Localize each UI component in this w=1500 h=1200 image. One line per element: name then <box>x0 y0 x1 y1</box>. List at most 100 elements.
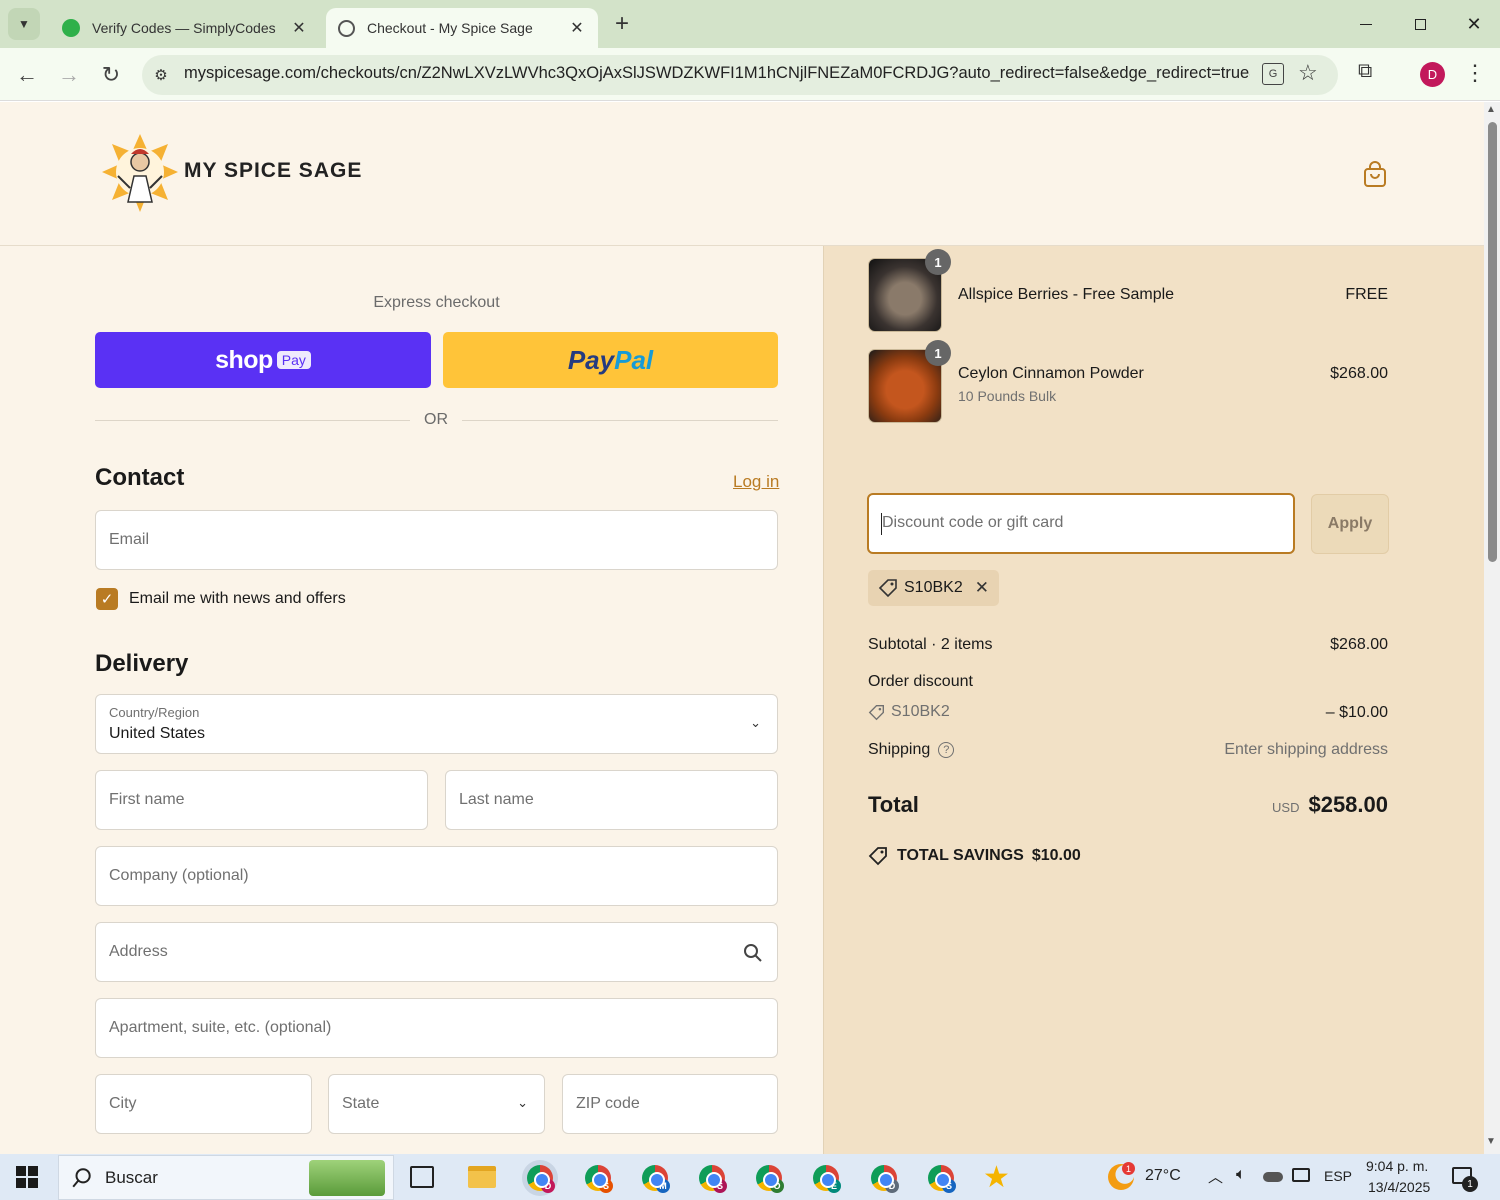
chevron-down-icon: ▼ <box>18 17 30 31</box>
chrome-taskbar-icon[interactable]: E <box>808 1160 844 1196</box>
first-name-placeholder: First name <box>109 791 185 808</box>
store-logo[interactable]: MY SPICE SAGE <box>100 132 361 214</box>
site-info-icon[interactable]: ⚙ <box>150 64 172 86</box>
task-view-icon[interactable] <box>410 1166 434 1188</box>
browser-menu-icon[interactable]: ⋮ <box>1464 60 1486 88</box>
clock-date[interactable]: 13/4/2025 <box>1368 1179 1430 1195</box>
close-window-button[interactable]: ✕ <box>1460 10 1488 38</box>
network-icon[interactable] <box>1292 1168 1310 1182</box>
chrome-taskbar-icon[interactable]: O <box>751 1160 787 1196</box>
newsletter-label[interactable]: Email me with news and offers <box>129 590 346 608</box>
notification-count: 1 <box>1462 1176 1478 1192</box>
new-tab-button[interactable]: + <box>608 10 636 38</box>
volume-icon[interactable]: 🔈︎ <box>1236 1166 1246 1184</box>
close-tab-icon[interactable]: ✕ <box>568 18 586 38</box>
shipping-value: Enter shipping address <box>1224 741 1388 758</box>
zip-field[interactable]: ZIP code <box>562 1074 778 1134</box>
delivery-heading: Delivery <box>95 650 189 677</box>
address-placeholder: Address <box>109 943 168 960</box>
company-field[interactable]: Company (optional) <box>95 846 778 906</box>
scrollbar-thumb[interactable] <box>1488 122 1497 562</box>
tab-list-button[interactable]: ▼ <box>8 8 40 40</box>
clock-time[interactable]: 9:04 p. m. <box>1366 1158 1428 1174</box>
login-link[interactable]: Log in <box>733 472 779 492</box>
help-icon[interactable]: ? <box>938 742 955 758</box>
taskbar-search-box[interactable]: Buscar <box>58 1155 394 1200</box>
chrome-taskbar-icon[interactable]: S <box>694 1160 730 1196</box>
file-explorer-icon[interactable] <box>468 1166 496 1188</box>
product-name: Ceylon Cinnamon Powder <box>958 365 1144 382</box>
apply-discount-button[interactable]: Apply <box>1311 494 1389 554</box>
discount-code-input[interactable]: Discount code or gift card <box>867 493 1295 554</box>
tab-simplycodes[interactable]: Verify Codes — SimplyCodes ✕ <box>50 8 320 48</box>
chrome-taskbar-icon[interactable]: M <box>637 1160 673 1196</box>
state-placeholder: State <box>342 1095 380 1112</box>
scroll-down-arrow[interactable]: ▼ <box>1486 1136 1496 1147</box>
onedrive-icon[interactable] <box>1263 1172 1283 1182</box>
product-price: $268.00 <box>1330 365 1388 382</box>
order-summary: 1 Allspice Berries - Free Sample FREE 1 … <box>823 246 1484 1154</box>
language-indicator[interactable]: ESP <box>1324 1168 1352 1184</box>
globe-icon <box>338 19 355 37</box>
first-name-field[interactable]: First name <box>95 770 428 830</box>
chrome-taskbar-icon[interactable]: S <box>580 1160 616 1196</box>
product-price: FREE <box>1345 286 1388 303</box>
chrome-taskbar-icon[interactable]: S <box>923 1160 959 1196</box>
tag-icon <box>868 704 884 720</box>
tab-checkout[interactable]: Checkout - My Spice Sage ✕ <box>326 8 598 48</box>
contact-heading: Contact <box>95 464 185 491</box>
last-name-placeholder: Last name <box>459 791 534 808</box>
translate-icon[interactable]: G <box>1262 63 1284 85</box>
country-select[interactable]: Country/Region United States ⌄ <box>95 694 778 754</box>
paypal-button[interactable]: Pay Pal <box>443 332 778 388</box>
email-field[interactable]: Email <box>95 510 778 570</box>
chevron-up-icon[interactable]: ︿ <box>1208 1166 1223 1187</box>
state-select[interactable]: State ⌄ <box>328 1074 545 1134</box>
restore-button[interactable] <box>1406 12 1434 36</box>
newsletter-checkbox[interactable]: ✓ <box>96 588 118 610</box>
windows-start-icon[interactable] <box>16 1166 38 1188</box>
or-divider-right <box>462 420 778 421</box>
chrome-taskbar-icon[interactable]: D <box>522 1160 558 1196</box>
shop-pay-button[interactable]: shop Pay <box>95 332 431 388</box>
city-field[interactable]: City <box>95 1074 312 1134</box>
chrome-taskbar-icon[interactable]: D <box>866 1160 902 1196</box>
remove-discount-icon[interactable]: ✕ <box>975 578 989 598</box>
subtotal-value: $268.00 <box>1330 636 1388 653</box>
express-checkout-label: Express checkout <box>373 294 500 311</box>
checkout-page: MY SPICE SAGE Express checkout shop Pay … <box>0 102 1484 1154</box>
tab-title: Verify Codes — SimplyCodes <box>92 20 276 36</box>
address-field[interactable]: Address <box>95 922 778 982</box>
back-button[interactable]: ← <box>12 60 42 90</box>
shop-pay-wordmark: shop <box>215 345 273 374</box>
zip-placeholder: ZIP code <box>576 1095 640 1112</box>
paypal-pal-text: Pal <box>614 344 654 375</box>
simplycodes-favicon-icon <box>62 19 80 37</box>
tag-icon <box>868 847 887 866</box>
reload-button[interactable]: ↻ <box>96 60 126 90</box>
apartment-field[interactable]: Apartment, suite, etc. (optional) <box>95 998 778 1058</box>
forward-button[interactable]: → <box>54 60 84 90</box>
line-item: 1 Ceylon Cinnamon Powder 10 Pounds Bulk … <box>868 340 1388 423</box>
url-text[interactable]: myspicesage.com/checkouts/cn/Z2NwLXVzLWV… <box>184 64 1250 86</box>
discount-value: – $10.00 <box>1325 704 1388 721</box>
last-name-field[interactable]: Last name <box>445 770 778 830</box>
temperature[interactable]: 27°C <box>1145 1167 1181 1185</box>
minimize-button[interactable] <box>1352 12 1380 36</box>
cart-bag-icon[interactable] <box>1363 160 1387 188</box>
bookmark-star-icon[interactable]: ☆ <box>1298 60 1324 88</box>
currency-code: USD <box>1272 800 1300 815</box>
extensions-icon[interactable]: ⧉ <box>1358 60 1384 88</box>
apply-label: Apply <box>1327 515 1373 532</box>
profile-avatar[interactable]: D <box>1420 62 1445 87</box>
order-discount-label: Order discount <box>868 673 973 690</box>
chevron-down-icon: ⌄ <box>750 715 761 730</box>
star-app-icon[interactable]: ★ <box>983 1160 1010 1195</box>
apartment-placeholder: Apartment, suite, etc. (optional) <box>109 1019 332 1036</box>
close-tab-icon[interactable]: ✕ <box>290 18 308 38</box>
scroll-up-arrow[interactable]: ▲ <box>1486 104 1496 115</box>
country-value: United States <box>109 725 206 742</box>
or-divider-left <box>95 420 410 421</box>
discount-code-text: S10BK2 <box>891 703 950 720</box>
search-icon <box>72 1167 91 1187</box>
